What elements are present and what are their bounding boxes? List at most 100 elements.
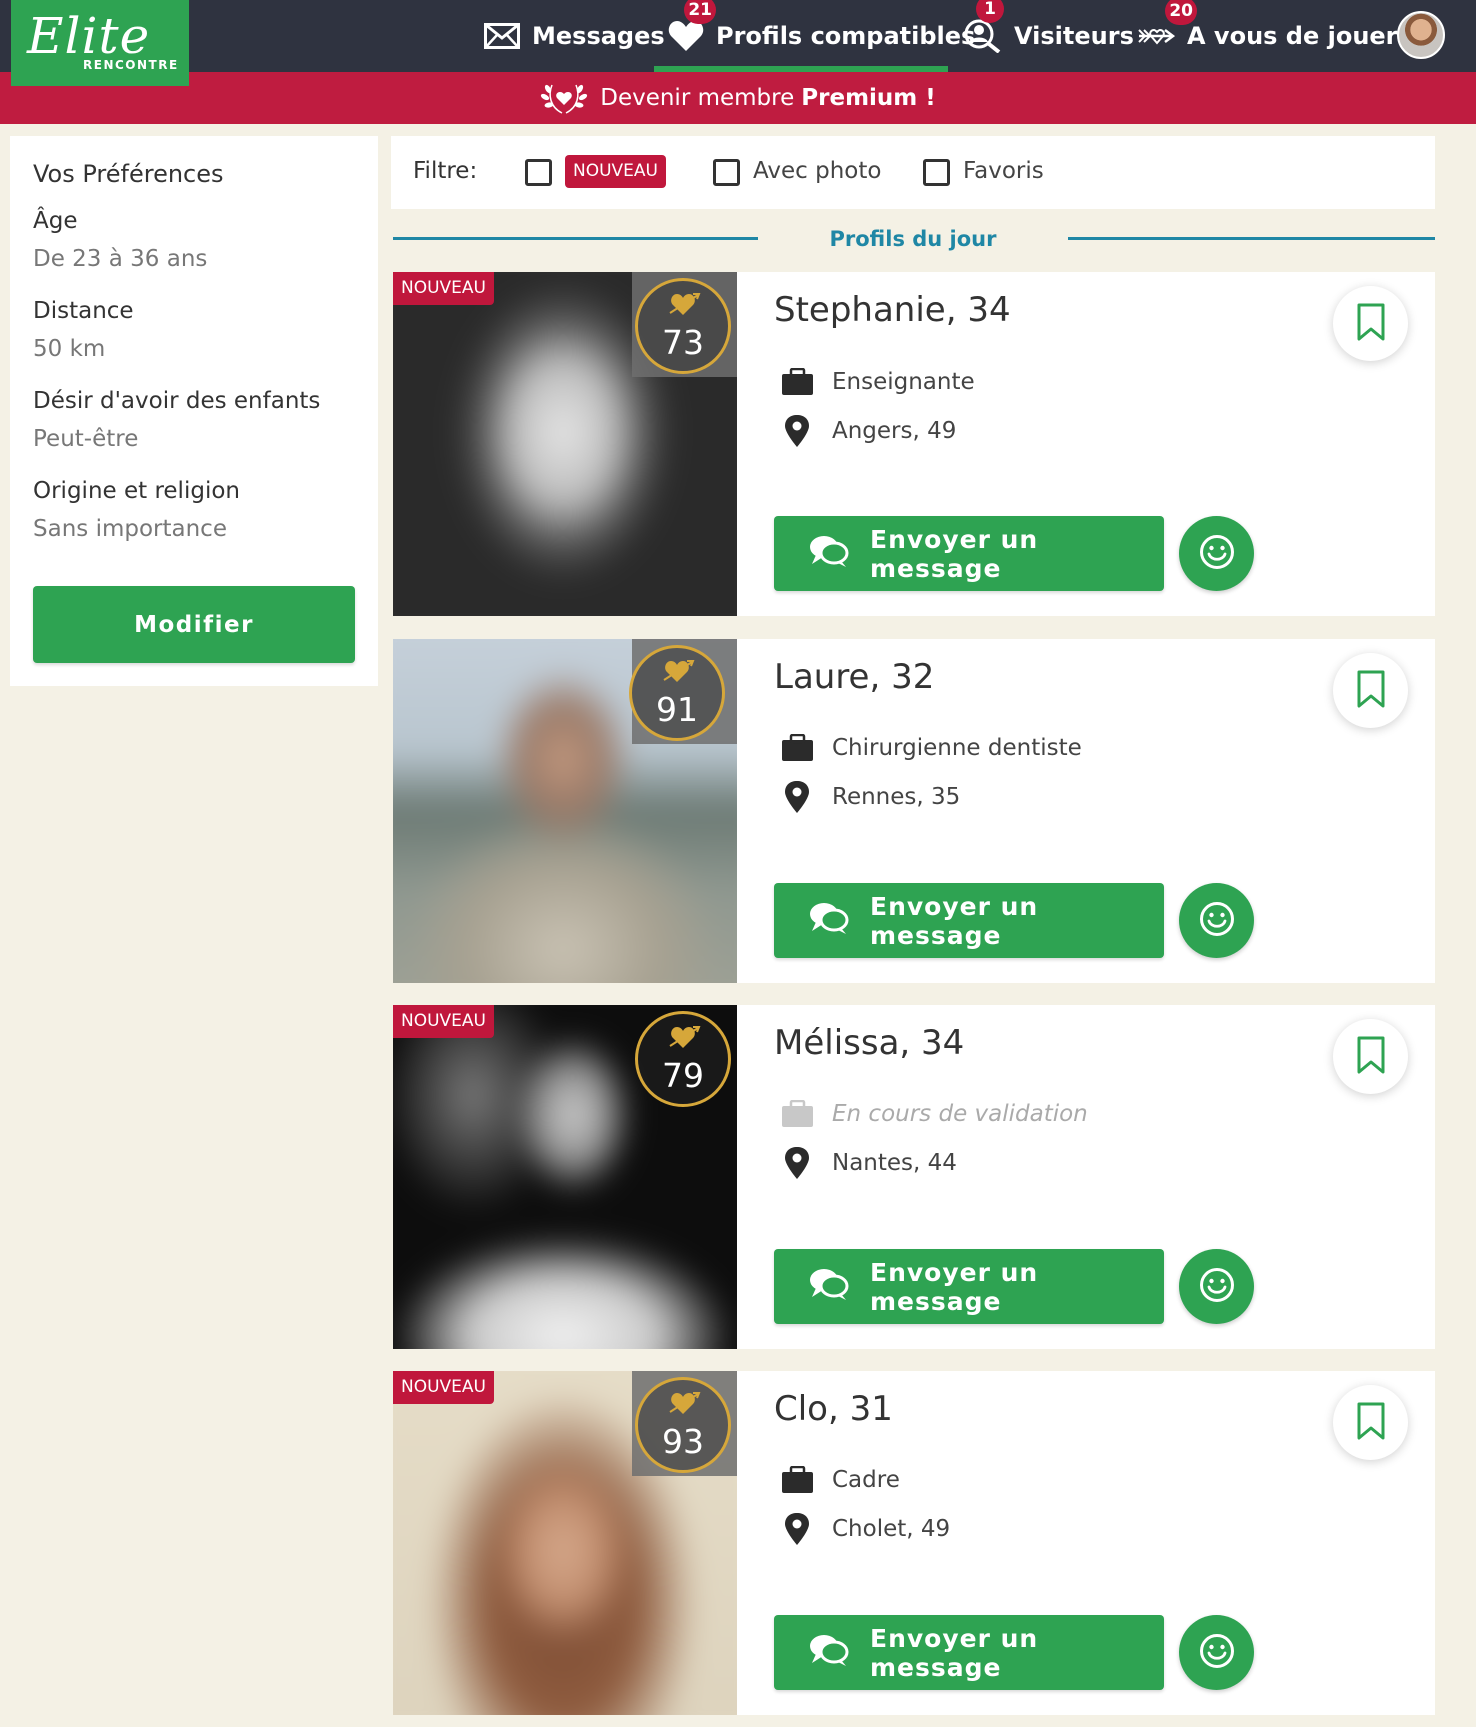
nav-your-turn-label: A vous de jouer ! — [1187, 22, 1417, 50]
profile-age: , 34 — [945, 290, 1011, 330]
pref-age-label: Âge — [33, 208, 78, 234]
filter-photo-label[interactable]: Avec photo — [753, 158, 881, 184]
visitor-icon: 1 — [964, 0, 1004, 53]
new-badge: NOUVEAU — [393, 272, 494, 305]
profile-location: Angers, 49 — [779, 414, 956, 448]
top-navigation-bar: Elite RENCONTRE Messages 21 Profils comp… — [0, 0, 1476, 86]
bookmark-icon — [1356, 303, 1386, 345]
site-logo[interactable]: Elite RENCONTRE — [11, 0, 189, 86]
send-message-button[interactable]: Envoyer un message — [774, 516, 1164, 591]
premium-text: Devenir membre — [600, 85, 795, 111]
profile-location: Nantes, 44 — [779, 1146, 957, 1180]
smile-icon — [1199, 534, 1235, 574]
smile-button[interactable] — [1179, 883, 1254, 958]
chat-bubbles-icon — [808, 1633, 870, 1673]
laurel-heart-icon — [540, 81, 588, 115]
modify-preferences-button[interactable]: Modifier — [33, 586, 355, 663]
smile-button[interactable] — [1179, 516, 1254, 591]
score-value: 73 — [662, 323, 704, 362]
filter-new-checkbox[interactable] — [525, 159, 552, 186]
pref-origin-label: Origine et religion — [33, 478, 240, 504]
send-message-label: Envoyer un message — [870, 1257, 1039, 1316]
profile-first-name: Stephanie — [774, 290, 946, 330]
arrow-heart-icon: 20 — [1137, 0, 1197, 51]
bookmark-button[interactable] — [1333, 286, 1408, 361]
smile-icon — [1199, 1267, 1235, 1307]
nav-your-turn[interactable]: 20 A vous de jouer ! — [1137, 0, 1417, 72]
logo-main-text: Elite — [27, 7, 151, 65]
nav-messages[interactable]: Messages — [484, 0, 665, 72]
premium-banner[interactable]: Devenir membre Premium ! — [0, 72, 1476, 124]
briefcase-icon — [779, 734, 815, 762]
envelope-icon — [484, 23, 520, 49]
filter-favorites-checkbox[interactable] — [923, 159, 950, 186]
briefcase-icon — [779, 368, 815, 396]
filter-bar: Filtre: NOUVEAU Avec photo Favoris — [391, 136, 1435, 209]
bookmark-icon — [1356, 670, 1386, 712]
profile-card[interactable]: NOUVEAU 73 Stephanie, 34 Enseignante Ang… — [393, 272, 1435, 616]
user-avatar[interactable] — [1397, 11, 1445, 59]
bookmark-button[interactable] — [1333, 653, 1408, 728]
send-message-label: Envoyer un message — [870, 524, 1039, 583]
bookmark-button[interactable] — [1333, 1019, 1408, 1094]
premium-bold-text: Premium ! — [801, 85, 936, 111]
profile-job: Cadre — [779, 1466, 900, 1494]
profile-name[interactable]: Clo, 31 — [774, 1389, 893, 1429]
profile-name[interactable]: Mélissa, 34 — [774, 1023, 964, 1063]
send-message-button[interactable]: Envoyer un message — [774, 1249, 1164, 1324]
new-badge: NOUVEAU — [393, 1371, 494, 1404]
profile-location-text: Cholet, 49 — [832, 1516, 951, 1542]
smile-icon — [1199, 901, 1235, 941]
chat-bubbles-icon — [808, 1267, 870, 1307]
smile-button[interactable] — [1179, 1249, 1254, 1324]
nav-messages-label: Messages — [532, 22, 665, 50]
profile-job: Chirurgienne dentiste — [779, 734, 1082, 762]
pref-distance-label: Distance — [33, 298, 134, 324]
send-message-button[interactable]: Envoyer un message — [774, 883, 1164, 958]
preferences-title: Vos Préférences — [33, 160, 224, 188]
profile-job-text: Chirurgienne dentiste — [832, 735, 1082, 761]
score-value: 93 — [662, 1422, 704, 1461]
profile-location-text: Nantes, 44 — [832, 1150, 957, 1176]
profile-card[interactable]: 91 Laure, 32 Chirurgienne dentiste Renne… — [393, 639, 1435, 983]
pref-age-value: De 23 à 36 ans — [33, 246, 208, 272]
compatibility-score: 93 — [635, 1377, 731, 1473]
bookmark-button[interactable] — [1333, 1385, 1408, 1460]
compatible-count-badge: 21 — [684, 0, 716, 24]
profile-name[interactable]: Stephanie, 34 — [774, 290, 1011, 330]
heart-arrow-icon — [667, 1024, 701, 1054]
filter-label: Filtre: — [413, 158, 478, 184]
pref-distance-value: 50 km — [33, 336, 106, 362]
smile-button[interactable] — [1179, 1615, 1254, 1690]
heart-arrow-icon — [661, 658, 695, 688]
profile-location: Rennes, 35 — [779, 780, 960, 814]
filter-photo-checkbox[interactable] — [713, 159, 740, 186]
profile-age: , 32 — [869, 657, 935, 697]
nav-visitors[interactable]: 1 Visiteurs — [964, 0, 1134, 72]
section-divider-right — [1068, 237, 1435, 240]
compatibility-score: 73 — [635, 278, 731, 374]
profile-location-text: Rennes, 35 — [832, 784, 961, 810]
profile-first-name: Clo — [774, 1389, 828, 1429]
profile-card[interactable]: NOUVEAU 79 Mélissa, 34 En cours de valid… — [393, 1005, 1435, 1349]
filter-favorites-label[interactable]: Favoris — [963, 158, 1044, 184]
chat-bubbles-icon — [808, 534, 870, 574]
nav-visitors-label: Visiteurs — [1014, 22, 1134, 50]
location-pin-icon — [779, 780, 815, 814]
profile-job: Enseignante — [779, 368, 975, 396]
profile-job-text: Cadre — [832, 1467, 900, 1493]
heart-arrow-icon — [667, 1390, 701, 1420]
profile-age: , 34 — [899, 1023, 965, 1063]
your-turn-count-badge: 20 — [1165, 0, 1197, 25]
nav-compatible-profiles[interactable]: 21 Profils compatibles — [668, 0, 975, 72]
send-message-button[interactable]: Envoyer un message — [774, 1615, 1164, 1690]
profile-name[interactable]: Laure, 32 — [774, 657, 934, 697]
location-pin-icon — [779, 1512, 815, 1546]
profile-first-name: Mélissa — [774, 1023, 900, 1063]
location-pin-icon — [779, 1146, 815, 1180]
filter-new-tag[interactable]: NOUVEAU — [565, 155, 666, 188]
heart-arrow-icon — [667, 291, 701, 321]
score-value: 91 — [656, 690, 698, 729]
profile-age: , 31 — [828, 1389, 893, 1429]
profile-card[interactable]: NOUVEAU 93 Clo, 31 Cadre Cholet, 49 Envo… — [393, 1371, 1435, 1715]
